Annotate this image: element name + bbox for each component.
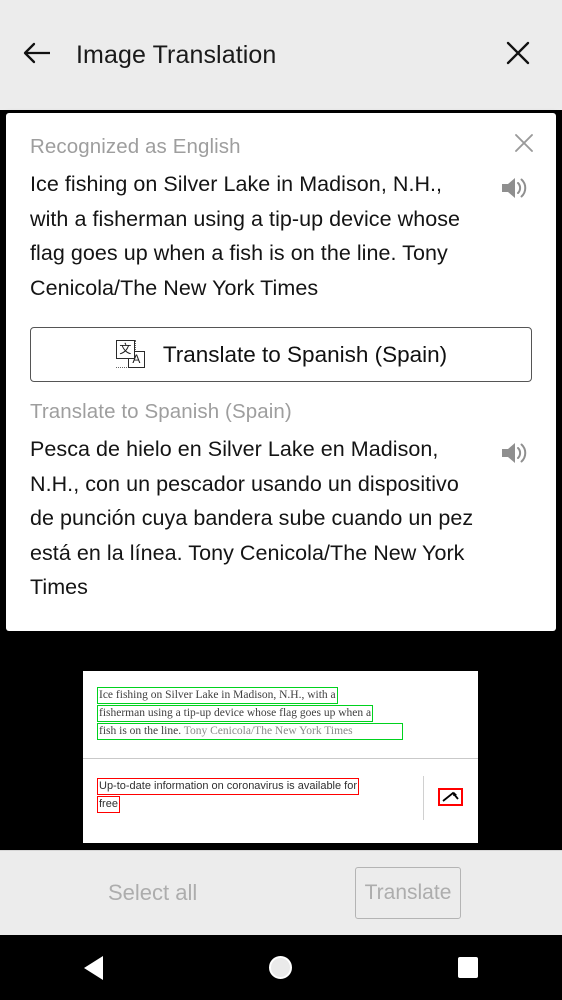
ocr-text-fragment: fish is on the line. [99, 725, 182, 737]
select-all-button[interactable]: Select all [108, 880, 197, 906]
nav-back-icon [84, 955, 104, 980]
translate-icon: 文 A [115, 338, 149, 372]
page-title: Image Translation [76, 40, 277, 69]
target-text-row: Pesca de hielo en Silver Lake en Madison… [30, 432, 532, 605]
ocr-block-notice[interactable]: Up-to-date information on coronavirus is… [83, 760, 478, 843]
close-button[interactable] [488, 0, 548, 110]
volume-speaker-icon [500, 440, 530, 471]
target-speak-button[interactable] [498, 438, 532, 472]
app-bar: Image Translation [0, 0, 562, 110]
source-text-row: Ice fishing on Silver Lake in Madison, N… [30, 167, 532, 305]
scanned-document[interactable]: Ice fishing on Silver Lake in Madison, N… [83, 671, 478, 843]
document-divider [423, 776, 424, 820]
ocr-text-line[interactable]: Ice fishing on Silver Lake in Madison, N… [97, 687, 338, 704]
translate-to-language-button[interactable]: 文 A Translate to Spanish (Spain) [30, 327, 532, 382]
broken-image-icon [438, 788, 463, 806]
translated-text: Pesca de hielo en Silver Lake en Madison… [30, 437, 474, 599]
ocr-text-line[interactable]: free [97, 796, 120, 813]
source-language-label: Recognized as English [30, 135, 241, 158]
translate-button-label: Translate to Spanish (Spain) [162, 341, 448, 367]
app-screen: Ice fishing on Silver Lake in Madison, N… [0, 0, 562, 1000]
source-speak-button[interactable] [498, 173, 532, 207]
bottom-action-bar: Select all Translate [0, 850, 562, 935]
translate-button[interactable]: Translate [355, 867, 461, 919]
nav-home-icon [269, 956, 293, 979]
ocr-text-line[interactable]: Up-to-date information on coronavirus is… [97, 778, 360, 795]
arrow-left-icon [22, 40, 52, 71]
source-text: Ice fishing on Silver Lake in Madison, N… [30, 172, 461, 300]
close-icon [505, 40, 531, 71]
nav-recents-icon [458, 957, 479, 978]
volume-speaker-icon [500, 175, 530, 206]
target-language-label: Translate to Spanish (Spain) [30, 400, 292, 423]
dialog-close-button[interactable] [506, 127, 542, 163]
android-nav-bar [0, 935, 562, 1000]
translate-icon-cjk-glyph: 文 [115, 339, 135, 359]
ocr-text-line[interactable]: fisherman using a tip-up device whose fl… [97, 705, 374, 722]
ocr-text-line[interactable]: fish is on the line. Tony Cenicola/The N… [97, 723, 403, 740]
translation-dialog: Recognized as English Ice fishing on Sil… [6, 113, 556, 631]
back-button[interactable] [0, 0, 74, 110]
nav-home-button[interactable] [246, 935, 316, 1000]
close-icon [513, 132, 535, 159]
nav-recents-button[interactable] [433, 935, 503, 1000]
ocr-credit-fragment: Tony Cenicola/The New York Times [183, 725, 353, 737]
ocr-block-caption[interactable]: Ice fishing on Silver Lake in Madison, N… [83, 671, 478, 759]
nav-back-button[interactable] [59, 935, 129, 1000]
